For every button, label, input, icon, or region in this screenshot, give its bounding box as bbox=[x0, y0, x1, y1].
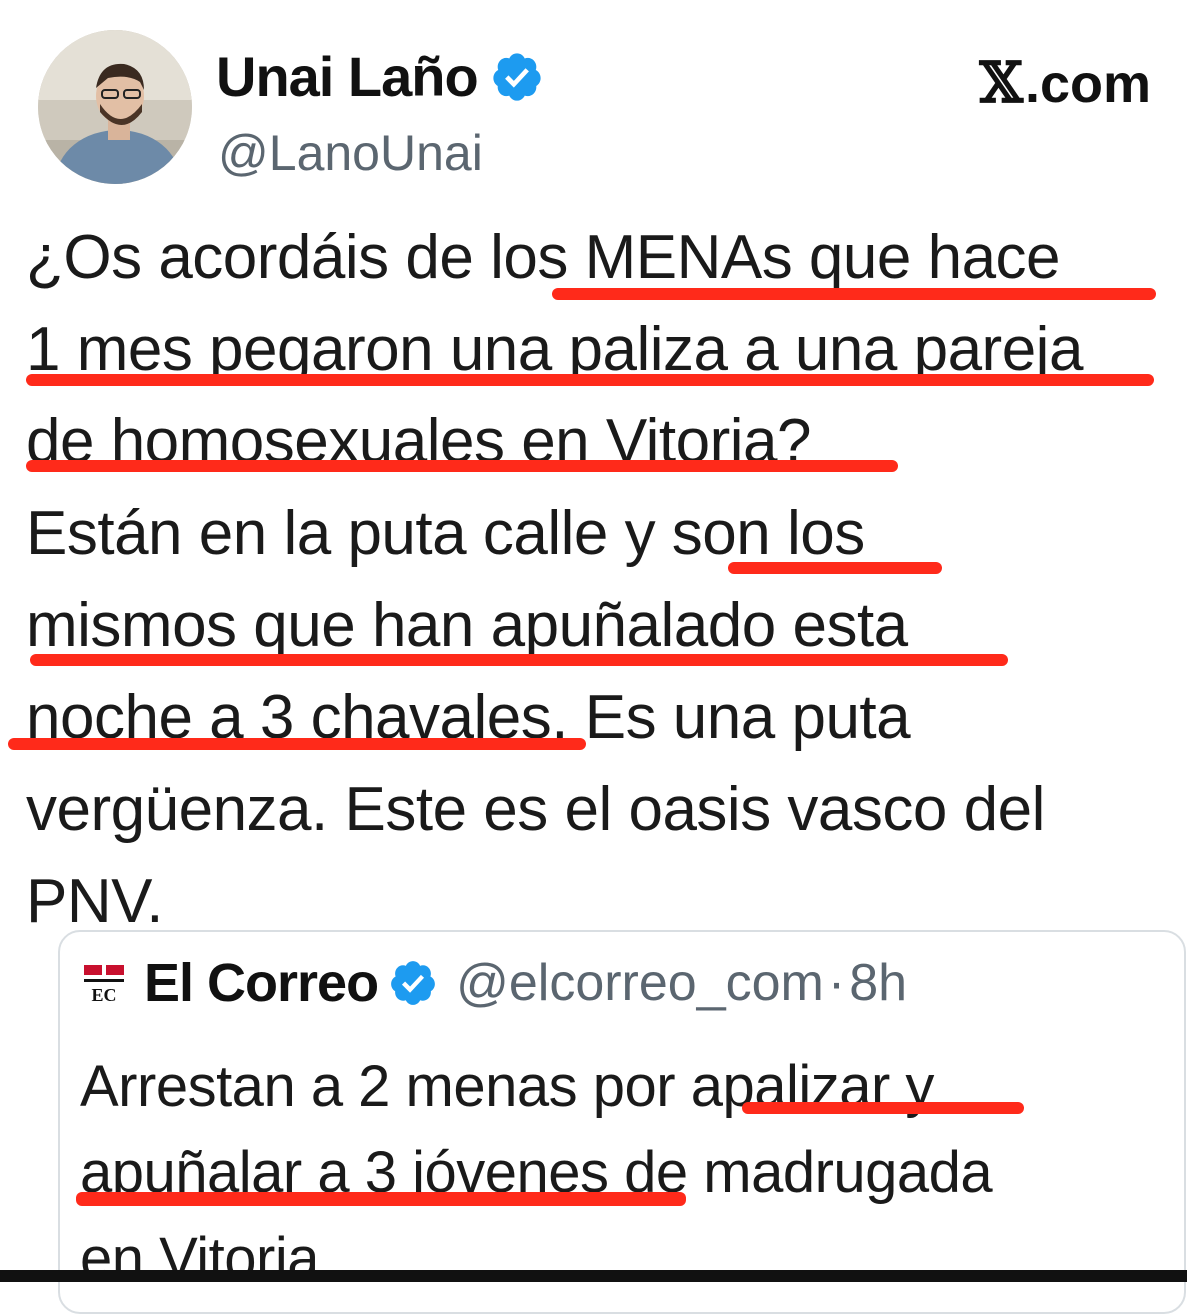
x-domain: .com bbox=[1024, 54, 1151, 114]
avatar[interactable] bbox=[38, 30, 192, 184]
red-underline-mark bbox=[26, 374, 1154, 386]
quoted-timestamp[interactable]: 8h bbox=[849, 953, 907, 1013]
verified-badge-icon bbox=[493, 52, 541, 101]
red-underline-mark bbox=[552, 288, 1156, 300]
red-underline-mark bbox=[76, 1192, 686, 1206]
red-underline-mark bbox=[742, 1102, 1024, 1114]
red-underline-mark bbox=[728, 562, 942, 574]
tweet-text: ¿Os acordáis de los MENAs que hace 1 mes… bbox=[26, 212, 1176, 948]
tweet-line: vergüenza. Este es el oasis vasco del bbox=[26, 775, 1045, 844]
quoted-line: en Vitoria bbox=[80, 1226, 319, 1291]
author-name-text: Unai Laño bbox=[216, 45, 479, 108]
author-handle[interactable]: @LanoUnai bbox=[218, 124, 483, 182]
bottom-edge-bar bbox=[0, 1270, 1187, 1282]
quoted-author-name[interactable]: El Correo bbox=[144, 952, 379, 1014]
x-glyph: 𝕏 bbox=[979, 50, 1023, 116]
quoted-author-handle[interactable]: @elcorreo_com bbox=[456, 953, 824, 1013]
verified-badge-icon bbox=[391, 961, 435, 1005]
separator-dot: · bbox=[827, 954, 846, 1012]
red-underline-mark bbox=[30, 654, 1008, 666]
tweet-line: de homosexuales en Vitoria? bbox=[26, 407, 812, 476]
quoted-line: Arrestan a 2 menas por apalizar y bbox=[80, 1054, 934, 1119]
x-logo-icon: 𝕏 .com bbox=[980, 50, 1152, 116]
quoted-tweet-header: EC El Correo @elcorreo_com · 8h bbox=[82, 952, 907, 1014]
tweet-line: Están en la puta calle y son los bbox=[26, 499, 865, 568]
el-correo-logo-icon: EC bbox=[84, 965, 124, 1005]
svg-text:EC: EC bbox=[91, 985, 116, 1005]
avatar-photo bbox=[38, 30, 192, 184]
red-underline-mark bbox=[26, 460, 898, 472]
quoted-tweet-text: Arrestan a 2 menas por apalizar y apuñal… bbox=[80, 1044, 993, 1302]
tweet-line: noche a 3 chavales. Es una puta bbox=[26, 683, 911, 752]
quoted-tweet-card[interactable]: EC El Correo @elcorreo_com · 8h Arrestan… bbox=[58, 930, 1186, 1314]
author-display-name[interactable]: Unai Laño bbox=[216, 44, 544, 109]
red-underline-mark bbox=[8, 738, 586, 750]
